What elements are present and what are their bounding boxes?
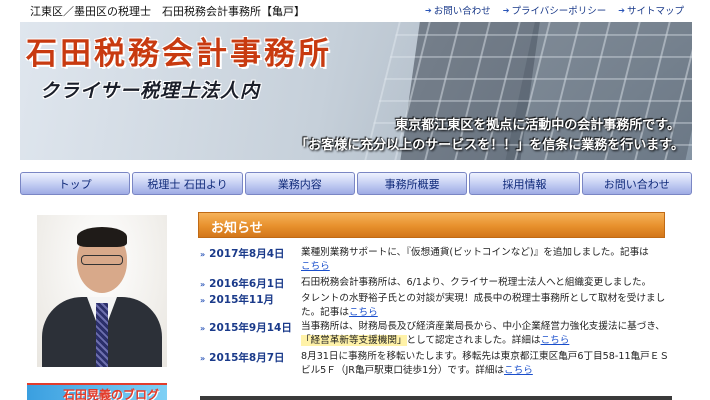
bullet-icon: » (200, 280, 206, 289)
sitemap-link[interactable]: ➔ サイトマップ (618, 3, 684, 18)
arrow-icon: ➔ (502, 5, 510, 15)
bullet-icon: » (200, 250, 206, 259)
glasses-icon (81, 255, 123, 265)
nav-office[interactable]: 事務所概要 (356, 172, 468, 195)
news-date: 2016年6月1日 (209, 278, 285, 290)
tagline-secondary: 「お客様に充分以上のサービスを！！」を信条に業務を行います。 (295, 138, 684, 153)
header-banner: 石田税務会計事務所 クライサー税理士法人内 東京都江東区を拠点に活動中の会計事務… (20, 22, 692, 160)
arrow-icon: ➔ (425, 5, 432, 15)
news-link[interactable]: こちら (541, 335, 570, 346)
news-date: 2015年9月14日 (209, 322, 292, 334)
bullet-icon: » (200, 354, 206, 363)
accountant-photo (37, 215, 167, 367)
nav-services[interactable]: 業務内容 (244, 172, 355, 195)
main-nav: トップ 税理士 石田より 業務内容 事務所概要 採用情報 お問い合わせ (20, 172, 692, 196)
news-date: 2015年8月7日 (209, 352, 285, 364)
contact-link[interactable]: ➔ お問い合わせ (425, 3, 491, 18)
nav-recruit[interactable]: 採用情報 (469, 172, 580, 195)
utility-links: ➔ お問い合わせ ➔ プライバシーポリシー ➔ サイトマップ (425, 3, 684, 18)
site-subtitle: クライサー税理士法人内 (40, 80, 261, 102)
blog-banner-label[interactable]: 石田晃義のブログ (63, 386, 159, 400)
highlight-text: 「経営革新等支援機関」 (301, 335, 407, 346)
news-link[interactable]: こちら (301, 261, 330, 272)
privacy-policy-link[interactable]: ➔ プライバシーポリシー (502, 3, 607, 18)
bullet-icon: » (200, 296, 206, 305)
footer-edge (200, 396, 672, 400)
nav-top[interactable]: トップ (20, 172, 131, 195)
news-link[interactable]: こちら (504, 365, 533, 376)
blog-banner[interactable]: 石田晃義のブログ (27, 383, 167, 400)
news-link[interactable]: こちら (349, 307, 378, 318)
nav-contact[interactable]: お問い合わせ (581, 172, 692, 195)
site-title[interactable]: 石田税務会計事務所 (26, 28, 332, 73)
arrow-icon: ➔ (618, 5, 625, 15)
nav-greeting[interactable]: 税理士 石田より (132, 172, 243, 195)
top-bar: 江東区／墨田区の税理士 石田税務会計事務所【亀戸】 ➔ お問い合わせ ➔ プライバシ… (0, 0, 710, 22)
news-date: 2017年8月4日 (209, 248, 285, 260)
tagline-primary: 東京都江東区を拠点に活動中の会計事務所です。 (395, 118, 680, 133)
bullet-icon: » (200, 324, 206, 333)
news-date: 2015年11月 (209, 294, 275, 306)
news-heading: お知らせ (198, 212, 665, 238)
site-breadcrumb: 江東区／墨田区の税理士 石田税務会計事務所【亀戸】 (30, 5, 305, 18)
